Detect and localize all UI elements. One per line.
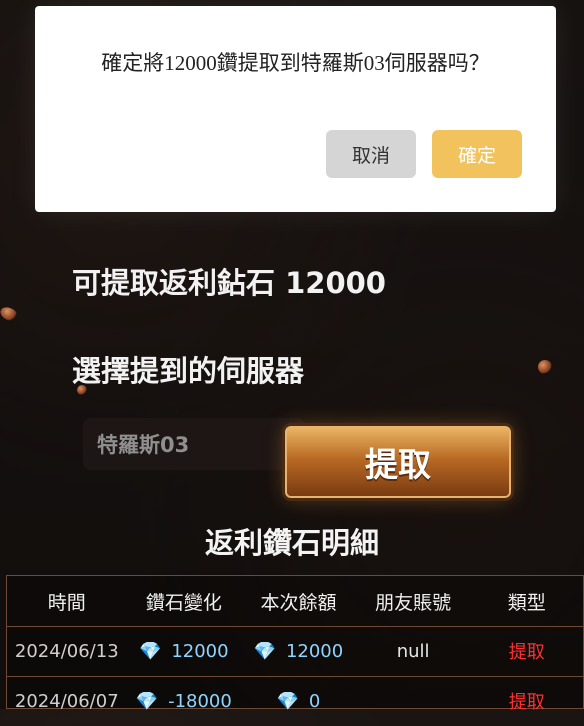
diamond-icon: 💎 [139,640,162,662]
diamond-icon: 💎 [135,690,159,712]
diamond-icon: 💎 [276,690,300,712]
table-row: 2024/06/13 💎 12000 💎 12000 null 提取 [7,626,583,677]
withdraw-button[interactable]: 提取 [285,426,511,498]
table-header: 時間 鑽石變化 本次餘額 朋友賬號 類型 [7,576,583,627]
header-time: 時間 [47,591,86,614]
details-table: 時間 鑽石變化 本次餘額 朋友賬號 類型 2024/06/13 💎 12000 … [6,575,584,713]
server-select-value: 特羅斯03 [97,433,190,457]
row-balance-value: 0 [308,690,321,712]
row-time: 2024/06/13 [14,640,119,662]
row-balance-value: 12000 [285,640,344,662]
server-select-field[interactable]: 特羅斯03 [83,418,305,470]
row-friend-account: null [396,640,430,662]
server-select-label: 選擇提到的伺服器 [72,354,305,388]
confirm-button[interactable]: 確定 [432,130,522,178]
row-balance: 💎 0 [241,691,356,712]
ember-decoration [538,360,552,374]
row-diamond-change-value: 12000 [171,640,229,662]
row-type: 提取 [508,642,545,663]
cancel-button[interactable]: 取消 [326,130,416,178]
diamond-icon: 💎 [253,640,277,662]
row-type: 提取 [508,692,545,713]
row-time: 2024/06/07 [14,690,119,712]
row-diamond-change: 💎 12000 [127,641,242,662]
row-diamond-change: 💎 -18000 [127,691,242,712]
row-diamond-change-value: -18000 [168,690,232,712]
details-title: 返利鑽石明細 [204,526,379,560]
header-friend-account: 朋友賬號 [375,591,452,614]
row-balance: 💎 12000 [241,641,356,662]
confirm-dialog: 確定將12000鑽提取到特羅斯03伺服器吗？ 取消 確定 [35,6,556,212]
header-diamond-change: 鑽石變化 [145,591,222,614]
header-balance: 本次餘額 [260,591,337,614]
confirm-dialog-message: 確定將12000鑽提取到特羅斯03伺服器吗？ [101,51,490,75]
table-row: 2024/06/07 💎 -18000 💎 0 提取 [7,676,583,726]
rebate-balance: 可提取返利鉆石 12000 [72,266,386,300]
header-type: 類型 [507,591,546,614]
